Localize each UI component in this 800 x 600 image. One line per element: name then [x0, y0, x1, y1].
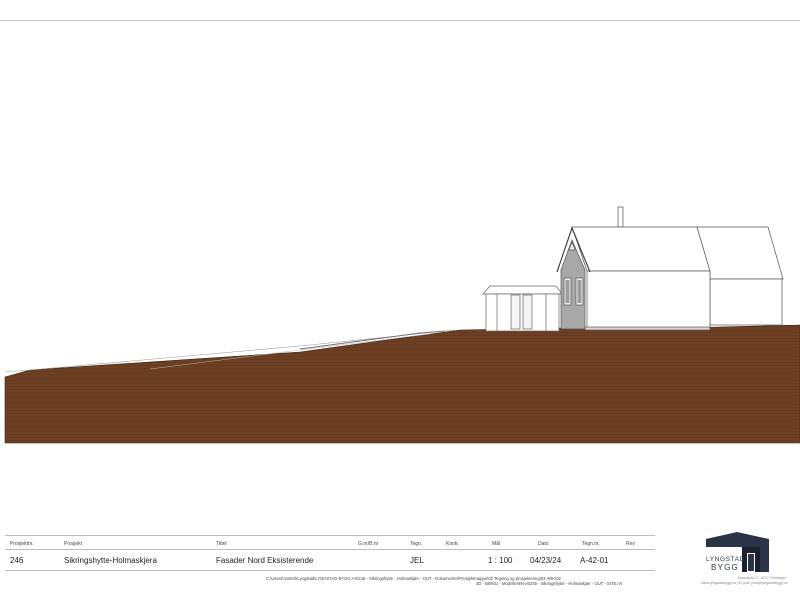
header-drawing-no: Tegn.nr. [582, 541, 600, 547]
header-scale: Mål [492, 541, 501, 547]
value-title: Fasader Nord Eksisterende [216, 556, 314, 565]
header-title: Tittel [216, 541, 227, 547]
main-cabin [556, 206, 784, 331]
title-block-mid-line [5, 549, 655, 550]
title-block-top-line [5, 535, 655, 536]
title-block-bottom-line [5, 570, 655, 571]
value-drawn: JEL [410, 556, 424, 565]
logo-text-line-1: LYNGSTAD [706, 556, 745, 563]
header-drawn: Tegn. [410, 541, 423, 547]
value-date: 04/23/24 [530, 556, 562, 565]
header-project-no: Prosjektnr. [10, 541, 34, 547]
file-path-line-2: 3D - BIM\01 - Modeller\Revit\246 - Sikri… [476, 581, 623, 586]
terrain-section [4, 324, 800, 444]
header-checked: Kontr. [446, 541, 460, 547]
header-revision: Rev [626, 541, 635, 547]
header-gnr-bnr: G.nr/B.nr [358, 541, 379, 547]
header-date: Dato [538, 541, 549, 547]
value-project-no: 246 [10, 556, 24, 565]
header-project: Prosjekt [64, 541, 83, 547]
elevation-drawing [4, 206, 800, 572]
value-scale: 1 : 100 [488, 556, 513, 565]
company-address-line-1: Kransgata 17, 6217 Geiranger [737, 576, 786, 580]
value-drawing-no: A-42-01 [580, 556, 609, 565]
logo-text-line-2: BYGG [711, 563, 739, 572]
outbuilding [482, 285, 563, 332]
value-project: Sikringshytte-Holmaskjera [64, 556, 157, 565]
company-address-line-2: www.lyngstadbygg.no | E-post: post@lyngs… [701, 581, 788, 585]
